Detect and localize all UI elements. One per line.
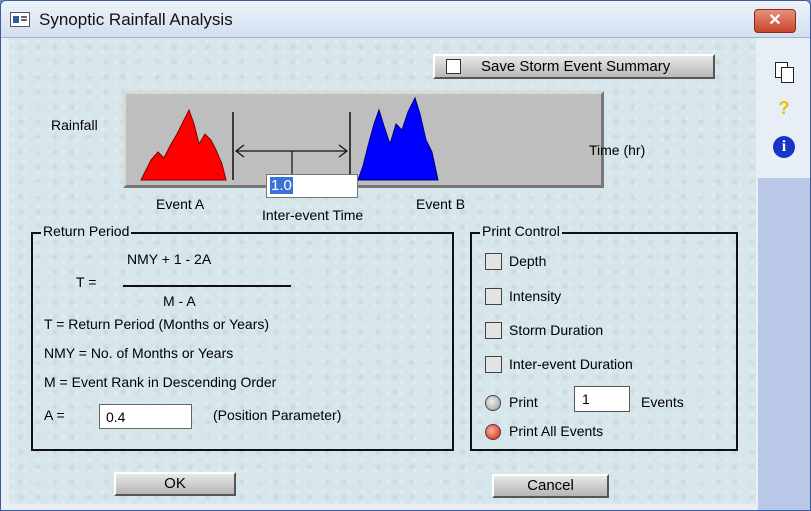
save-storm-summary-toggle[interactable]: Save Storm Event Summary (433, 54, 715, 79)
interevent-time-value: 1.0 (270, 177, 293, 194)
cancel-button[interactable]: Cancel (492, 474, 609, 498)
print-label: Print (509, 394, 538, 410)
side-toolbar: ? i (758, 38, 810, 510)
return-period-group: Return Period T = NMY + 1 - 2A M - A T =… (31, 223, 454, 451)
side-toolbar-top: ? i (758, 38, 810, 178)
event-b-hyetograph (357, 96, 439, 181)
rainfall-diagram (123, 91, 604, 188)
definition-nmy: NMY = No. of Months or Years (44, 345, 234, 361)
print-control-group: Print Control Depth Intensity Storm Dura… (470, 223, 738, 451)
return-period-title: Return Period (41, 223, 132, 239)
save-summary-checkbox[interactable] (446, 59, 461, 74)
copy-icon[interactable] (772, 60, 796, 84)
definition-m: M = Event Rank in Descending Order (44, 374, 277, 390)
position-parameter-label: A = (44, 407, 65, 423)
print-all-events-radio[interactable] (485, 424, 501, 440)
close-button[interactable]: ✕ (754, 9, 796, 33)
formula-fraction-line (123, 285, 291, 287)
help-icon[interactable]: ? (772, 96, 796, 120)
position-parameter-input[interactable]: 0.4 (99, 404, 192, 429)
intensity-checkbox[interactable] (485, 288, 502, 305)
position-parameter-note: (Position Parameter) (213, 407, 342, 423)
rainfall-label: Rainfall (51, 117, 98, 133)
window-title: Synoptic Rainfall Analysis (39, 10, 233, 29)
formula-t-equals: T = (76, 274, 97, 290)
time-axis-label: Time (hr) (589, 142, 646, 158)
print-all-events-label: Print All Events (509, 423, 604, 439)
title-bar: Synoptic Rainfall Analysis ✕ (1, 1, 810, 38)
event-b-label: Event B (416, 196, 466, 212)
app-icon (10, 12, 30, 27)
storm-duration-label: Storm Duration (509, 322, 604, 338)
formula-denominator: M - A (163, 293, 196, 309)
event-a-label: Event A (156, 196, 205, 212)
definition-t: T = Return Period (Months or Years) (44, 316, 270, 332)
rainfall-diagram-svg (140, 96, 439, 181)
interevent-duration-checkbox[interactable] (485, 356, 502, 373)
print-n-events-radio[interactable] (485, 395, 501, 411)
event-a-hyetograph (140, 108, 227, 181)
intensity-label: Intensity (509, 288, 562, 304)
info-glyph: i (773, 136, 795, 158)
events-count-input[interactable]: 1 (574, 386, 630, 412)
events-label: Events (641, 394, 684, 410)
interevent-time-label: Inter-event Time (262, 207, 364, 223)
dialog-window: Synoptic Rainfall Analysis ✕ ? i Save St… (0, 0, 811, 511)
storm-duration-checkbox[interactable] (485, 322, 502, 339)
depth-checkbox[interactable] (485, 253, 502, 270)
print-control-title: Print Control (480, 223, 562, 239)
formula-numerator: NMY + 1 - 2A (127, 251, 212, 267)
info-icon[interactable]: i (772, 136, 796, 160)
interevent-duration-label: Inter-event Duration (509, 356, 633, 372)
save-summary-label: Save Storm Event Summary (481, 58, 671, 75)
depth-label: Depth (509, 253, 547, 269)
ok-button[interactable]: OK (114, 472, 236, 496)
interevent-time-input[interactable]: 1.0 (266, 174, 358, 198)
